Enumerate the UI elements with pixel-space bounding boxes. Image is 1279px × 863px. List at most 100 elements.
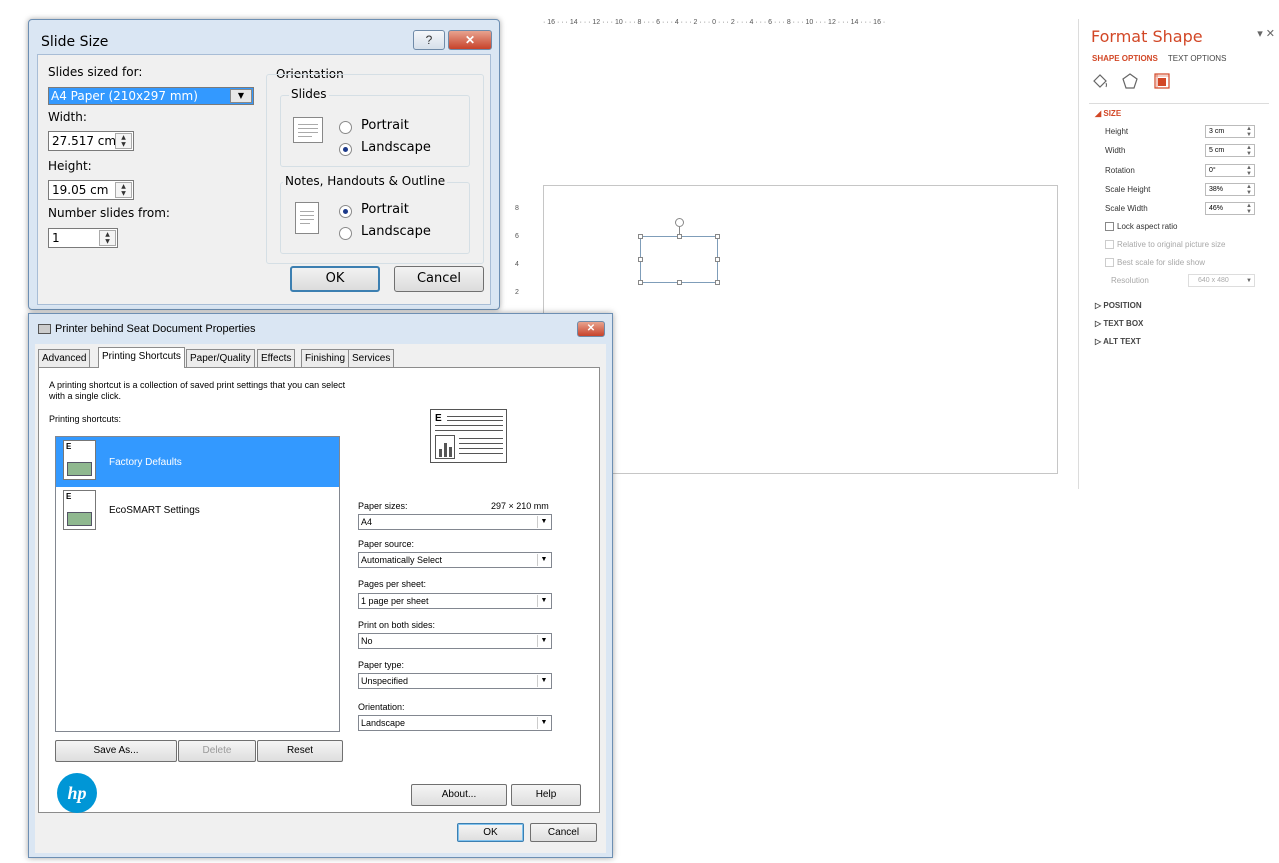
chevron-down-icon[interactable]: ▼ bbox=[537, 717, 550, 729]
pane-close-controls[interactable]: ▾ ✕ bbox=[1257, 27, 1275, 40]
paper-sizes-dropdown[interactable]: A4 ▼ bbox=[358, 514, 552, 530]
slides-portrait-radio[interactable] bbox=[339, 121, 352, 134]
resize-handle[interactable] bbox=[677, 280, 682, 285]
about-button[interactable]: About... bbox=[411, 784, 507, 806]
orientation-label: Orientation: bbox=[358, 702, 405, 712]
tab-paper-quality[interactable]: Paper/Quality bbox=[186, 349, 255, 367]
tab-text-options[interactable]: TEXT OPTIONS bbox=[1168, 54, 1227, 63]
chevron-down-icon[interactable]: ▼ bbox=[230, 89, 252, 103]
shortcuts-list[interactable]: E Factory Defaults E EcoSMART Settings bbox=[55, 436, 340, 732]
cancel-button[interactable]: Cancel bbox=[394, 266, 484, 292]
height-value: 19.05 cm bbox=[52, 183, 109, 197]
tab-advanced[interactable]: Advanced bbox=[38, 349, 91, 367]
slides-sized-for-dropdown[interactable]: A4 Paper (210x297 mm) ▼ bbox=[48, 87, 254, 105]
rotation-spinner[interactable]: 0° ▲ ▼ bbox=[1205, 164, 1255, 177]
effects-icon[interactable] bbox=[1121, 72, 1139, 95]
slides-landscape-label: Landscape bbox=[361, 140, 431, 155]
number-slides-from-label: Number slides from: bbox=[48, 206, 170, 220]
reset-button[interactable]: Reset bbox=[257, 740, 343, 762]
notes-portrait-radio[interactable] bbox=[339, 205, 352, 218]
resize-handle[interactable] bbox=[638, 280, 643, 285]
paper-type-dropdown[interactable]: Unspecified ▼ bbox=[358, 673, 552, 689]
help-button[interactable]: Help bbox=[511, 784, 581, 806]
pages-per-sheet-dropdown[interactable]: 1 page per sheet ▼ bbox=[358, 593, 552, 609]
pages-per-sheet-label: Pages per sheet: bbox=[358, 579, 427, 589]
resize-handle[interactable] bbox=[715, 280, 720, 285]
list-item[interactable]: E Factory Defaults bbox=[56, 437, 339, 487]
rotate-handle[interactable] bbox=[675, 218, 684, 227]
section-size-header[interactable]: ◢ SIZE bbox=[1095, 109, 1121, 118]
scale-height-value: 38% bbox=[1209, 186, 1224, 193]
pane-category-icons bbox=[1091, 72, 1279, 96]
ruler-mark: 4 bbox=[515, 261, 519, 268]
width-spinner[interactable]: 27.517 cm ▲ ▼ bbox=[48, 131, 134, 151]
spinner-arrows[interactable]: ▲ ▼ bbox=[1246, 145, 1252, 157]
shortcut-label: Factory Defaults bbox=[109, 457, 182, 468]
width-spinner[interactable]: 5 cm ▲ ▼ bbox=[1205, 144, 1255, 157]
spinner-arrows[interactable]: ▲ ▼ bbox=[115, 133, 132, 149]
width-label: Width: bbox=[48, 110, 87, 124]
resize-handle[interactable] bbox=[677, 234, 682, 239]
height-spinner[interactable]: 3 cm ▲ ▼ bbox=[1205, 125, 1255, 138]
close-button[interactable]: ✕ bbox=[577, 321, 605, 337]
tab-effects[interactable]: Effects bbox=[257, 349, 296, 367]
section-position-header[interactable]: ▷ POSITION bbox=[1095, 301, 1142, 310]
size-properties-icon[interactable] bbox=[1153, 72, 1171, 95]
slides-landscape-radio[interactable] bbox=[339, 143, 352, 156]
help-button[interactable]: ? bbox=[413, 30, 445, 50]
scale-height-spinner[interactable]: 38% ▲ ▼ bbox=[1205, 183, 1255, 196]
relative-original-label: Relative to original picture size bbox=[1117, 240, 1226, 249]
lock-aspect-label: Lock aspect ratio bbox=[1117, 222, 1178, 231]
resize-handle[interactable] bbox=[638, 234, 643, 239]
paper-type-label: Paper type: bbox=[358, 660, 405, 670]
cancel-button[interactable]: Cancel bbox=[530, 823, 597, 842]
shortcuts-label: Printing shortcuts: bbox=[49, 414, 122, 424]
vertical-ruler: 8 6 4 2 bbox=[515, 185, 527, 305]
paper-source-value: Automatically Select bbox=[361, 555, 443, 565]
spinner-arrows[interactable]: ▲ ▼ bbox=[1246, 165, 1252, 177]
ok-button[interactable]: OK bbox=[290, 266, 380, 292]
spinner-arrows[interactable]: ▲ ▼ bbox=[115, 182, 132, 198]
paper-source-dropdown[interactable]: Automatically Select ▼ bbox=[358, 552, 552, 568]
slide-canvas[interactable] bbox=[543, 185, 1058, 474]
resolution-label: Resolution bbox=[1111, 276, 1149, 285]
chevron-down-icon[interactable]: ▼ bbox=[537, 635, 550, 647]
portrait-page-icon bbox=[295, 202, 319, 234]
resize-handle[interactable] bbox=[638, 257, 643, 262]
chevron-down-icon[interactable]: ▼ bbox=[537, 516, 550, 528]
notes-landscape-radio[interactable] bbox=[339, 227, 352, 240]
ok-button[interactable]: OK bbox=[457, 823, 524, 842]
number-slides-spinner[interactable]: 1 ▲ ▼ bbox=[48, 228, 118, 248]
preview-letter: E bbox=[435, 413, 442, 424]
tab-finishing[interactable]: Finishing bbox=[301, 349, 350, 367]
selected-rectangle-shape[interactable] bbox=[638, 218, 720, 285]
chevron-down-icon: ▼ bbox=[1246, 278, 1252, 284]
close-button[interactable]: ✕ bbox=[448, 30, 492, 50]
resolution-value: 640 x 480 bbox=[1198, 277, 1229, 284]
tab-shape-options[interactable]: SHAPE OPTIONS bbox=[1092, 54, 1158, 63]
height-label: Height: bbox=[48, 159, 92, 173]
scale-width-spinner[interactable]: 46% ▲ ▼ bbox=[1205, 202, 1255, 215]
spinner-arrows[interactable]: ▲ ▼ bbox=[1246, 203, 1252, 215]
resize-handle[interactable] bbox=[715, 234, 720, 239]
tab-services[interactable]: Services bbox=[348, 349, 395, 367]
orientation-dropdown[interactable]: Landscape ▼ bbox=[358, 715, 552, 731]
tab-printing-shortcuts[interactable]: Printing Shortcuts bbox=[98, 347, 185, 368]
list-item[interactable]: E EcoSMART Settings bbox=[56, 487, 339, 537]
chevron-down-icon[interactable]: ▼ bbox=[537, 675, 550, 687]
chevron-down-icon[interactable]: ▼ bbox=[537, 595, 550, 607]
section-alttext-header[interactable]: ▷ ALT TEXT bbox=[1095, 337, 1141, 346]
section-textbox-header[interactable]: ▷ TEXT BOX bbox=[1095, 319, 1143, 328]
save-as-button[interactable]: Save As... bbox=[55, 740, 177, 762]
resize-handle[interactable] bbox=[715, 257, 720, 262]
spinner-arrows[interactable]: ▲ ▼ bbox=[1246, 126, 1252, 138]
print-both-sides-dropdown[interactable]: No ▼ bbox=[358, 633, 552, 649]
best-scale-checkbox bbox=[1105, 258, 1114, 267]
spinner-arrows[interactable]: ▲ ▼ bbox=[99, 230, 116, 246]
spinner-arrows[interactable]: ▲ ▼ bbox=[1246, 184, 1252, 196]
paper-type-value: Unspecified bbox=[361, 676, 409, 686]
lock-aspect-checkbox[interactable] bbox=[1105, 222, 1114, 231]
height-spinner[interactable]: 19.05 cm ▲ ▼ bbox=[48, 180, 134, 200]
fill-line-icon[interactable] bbox=[1091, 72, 1109, 95]
chevron-down-icon[interactable]: ▼ bbox=[537, 554, 550, 566]
